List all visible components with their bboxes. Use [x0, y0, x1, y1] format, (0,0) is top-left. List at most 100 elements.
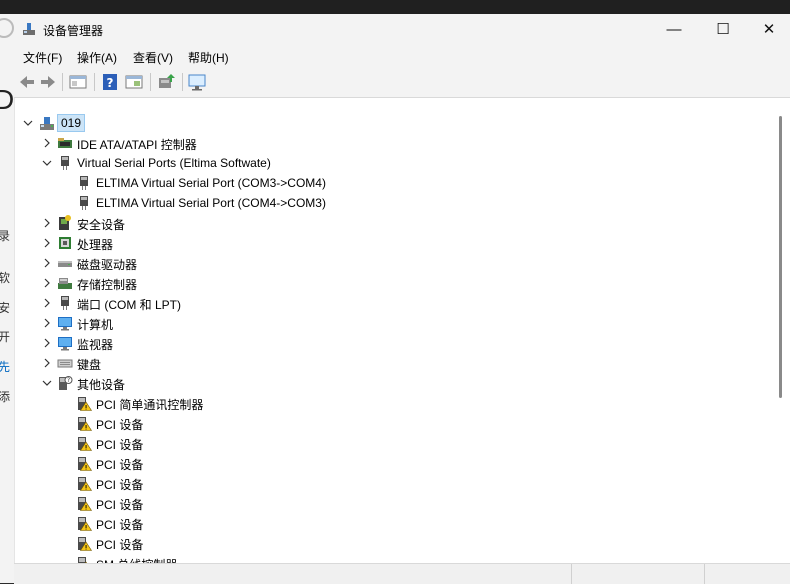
menu-file[interactable]: 文件(F) — [23, 49, 62, 66]
chevron-right-icon[interactable] — [41, 336, 53, 350]
chevron-right-icon[interactable] — [41, 236, 53, 250]
background-label: 添 — [0, 390, 11, 404]
chevron-right-icon[interactable] — [41, 296, 53, 310]
chevron-right-icon[interactable] — [41, 316, 53, 330]
status-bar — [14, 563, 790, 584]
tree-node-label: ELTIMA Virtual Serial Port (COM3->COM4) — [96, 176, 326, 190]
tree-device-node[interactable]: PCI 设备 — [15, 453, 775, 473]
chevron-down-icon[interactable] — [41, 376, 53, 390]
tree-node-label: 计算机 — [77, 318, 114, 332]
minimize-icon: — — [666, 21, 682, 38]
tree-category-node[interactable]: IDE ATA/ATAPI 控制器 — [15, 133, 775, 153]
tree-node-label: 安全设备 — [77, 218, 126, 232]
tree-category-node[interactable]: 存储控制器 — [15, 273, 775, 293]
device-manager-window: 设备管理器 — ☐ ✕ 文件(F) 操作(A) 查看(V) 帮助(H) ? 01… — [14, 14, 790, 584]
disk-drive-icon — [57, 255, 73, 271]
tree-device-node[interactable]: PCI 设备 — [15, 433, 775, 453]
tree-node-label: ELTIMA Virtual Serial Port (COM4->COM3) — [96, 196, 326, 210]
port-icon — [57, 295, 73, 311]
processor-icon — [57, 235, 73, 251]
menu-action[interactable]: 操作(A) — [77, 49, 117, 66]
menu-help[interactable]: 帮助(H) — [188, 49, 229, 66]
tree-category-node[interactable]: 键盘 — [15, 353, 775, 373]
chevron-right-icon[interactable] — [41, 216, 53, 230]
properties-icon[interactable] — [124, 72, 144, 92]
tree-category-node[interactable]: Virtual Serial Ports (Eltima Softwate) — [15, 153, 775, 173]
update-driver-icon[interactable] — [156, 72, 176, 92]
tree-category-node[interactable]: 端口 (COM 和 LPT) — [15, 293, 775, 313]
svg-text:?: ? — [107, 76, 114, 90]
warning-device-icon — [76, 395, 93, 411]
computer-icon — [39, 115, 55, 131]
warning-device-icon — [76, 475, 93, 491]
tree-node-label: IDE ATA/ATAPI 控制器 — [77, 138, 197, 152]
scrollbar-thumb[interactable] — [779, 116, 782, 398]
tree-node-label: PCI 设备 — [96, 458, 144, 472]
background-label: 录 — [0, 229, 11, 243]
vertical-scrollbar[interactable] — [774, 98, 790, 563]
tree-node-label: PCI 设备 — [96, 418, 144, 432]
chevron-down-icon[interactable] — [22, 116, 34, 130]
tree-node-label: PCI 设备 — [96, 478, 144, 492]
scan-hardware-icon[interactable] — [187, 72, 207, 92]
maximize-button[interactable]: ☐ — [700, 14, 746, 45]
tree-device-node[interactable]: PCI 设备 — [15, 533, 775, 553]
tree-device-node[interactable]: PCI 简单通讯控制器 — [15, 393, 775, 413]
tree-node-label: 其他设备 — [77, 378, 126, 392]
toolbar-separator — [182, 73, 183, 91]
keyboard-icon — [57, 355, 73, 371]
tree-device-node[interactable]: PCI 设备 — [15, 473, 775, 493]
tree-category-node[interactable]: 安全设备 — [15, 213, 775, 233]
monitor-icon — [57, 335, 73, 351]
tree-node-label: PCI 简单通讯控制器 — [96, 398, 204, 412]
chevron-right-icon[interactable] — [41, 256, 53, 270]
tree-category-node[interactable]: 磁盘驱动器 — [15, 253, 775, 273]
toolbar-separator — [150, 73, 151, 91]
back-icon[interactable] — [17, 72, 37, 92]
warning-device-icon — [76, 515, 93, 531]
tree-node-label: SM 总线控制器 — [96, 556, 177, 563]
warning-device-icon — [76, 415, 93, 431]
port-icon — [76, 175, 92, 191]
port-icon — [76, 195, 92, 211]
monitor-icon — [57, 315, 73, 331]
tree-node-label: 监视器 — [77, 338, 114, 352]
tree-device-node[interactable]: ELTIMA Virtual Serial Port (COM3->COM4) — [15, 173, 775, 193]
title-bar[interactable]: 设备管理器 — ☐ ✕ — [14, 14, 790, 45]
help-icon[interactable]: ? — [100, 72, 120, 92]
tree-node-label: PCI 设备 — [96, 498, 144, 512]
maximize-icon: ☐ — [716, 21, 730, 38]
device-manager-icon — [23, 23, 35, 35]
tree-category-node[interactable]: 计算机 — [15, 313, 775, 333]
security-device-icon — [57, 215, 73, 231]
tree-category-node[interactable]: ? 其他设备 — [15, 373, 775, 393]
tree-node-label: 存储控制器 — [77, 278, 138, 292]
chevron-right-icon[interactable] — [41, 276, 53, 290]
forward-icon[interactable] — [38, 72, 58, 92]
tree-device-node[interactable]: PCI 设备 — [15, 513, 775, 533]
close-button[interactable]: ✕ — [746, 14, 790, 45]
show-hide-console-tree-icon[interactable] — [68, 72, 88, 92]
background-label: 软 — [0, 271, 11, 285]
minimize-button[interactable]: — — [651, 14, 697, 45]
port-icon — [57, 155, 73, 171]
chevron-right-icon[interactable] — [41, 136, 53, 150]
chevron-right-icon[interactable] — [41, 356, 53, 370]
device-tree[interactable]: 019 IDE ATA/ATAPI 控制器 Virtual Serial Ports… — [14, 98, 775, 563]
tree-root-node[interactable]: 019 — [15, 113, 775, 133]
toolbar: ? — [14, 67, 790, 98]
menu-bar: 文件(F) 操作(A) 查看(V) 帮助(H) — [14, 45, 790, 67]
tree-category-node[interactable]: 监视器 — [15, 333, 775, 353]
tree-device-node[interactable]: SM 总线控制器 — [15, 553, 775, 563]
tree-device-node[interactable]: PCI 设备 — [15, 413, 775, 433]
chevron-down-icon[interactable] — [41, 156, 53, 170]
tree-node-label: 磁盘驱动器 — [77, 258, 138, 272]
tree-device-node[interactable]: PCI 设备 — [15, 493, 775, 513]
tree-node-label: PCI 设备 — [96, 518, 144, 532]
menu-view[interactable]: 查看(V) — [133, 49, 173, 66]
tree-category-node[interactable]: 处理器 — [15, 233, 775, 253]
background-label: 开 — [0, 330, 11, 344]
unknown-device-icon: ? — [57, 375, 73, 391]
warning-device-icon — [76, 435, 93, 451]
tree-device-node[interactable]: ELTIMA Virtual Serial Port (COM4->COM3) — [15, 193, 775, 213]
